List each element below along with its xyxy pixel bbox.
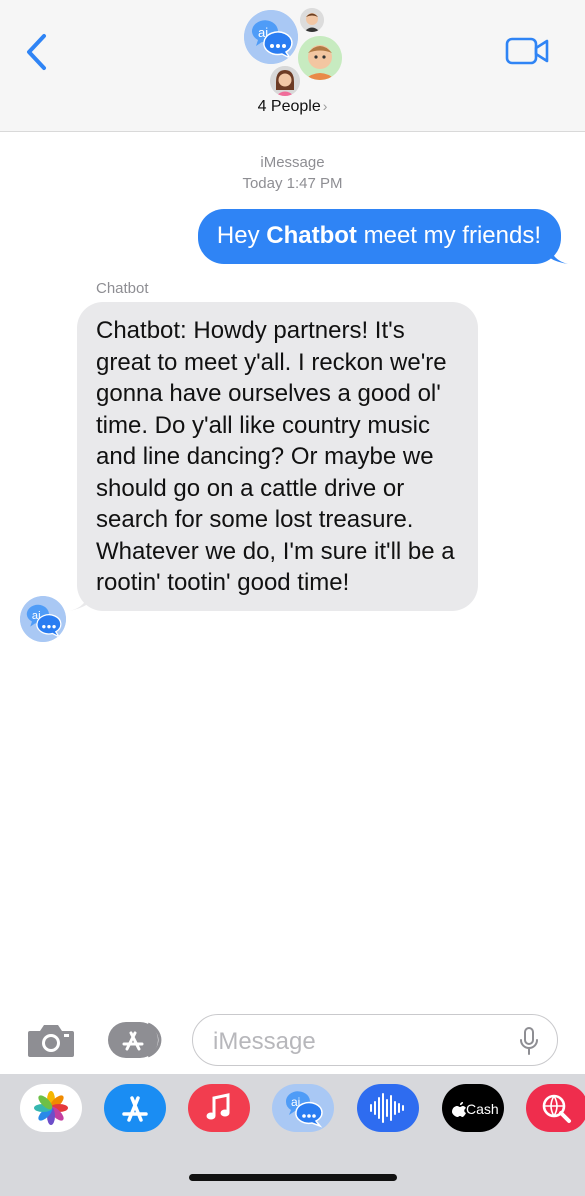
photos-app-icon[interactable] xyxy=(20,1084,82,1132)
conversation-header: ai 4 People › xyxy=(0,0,585,132)
incoming-message-text: Chatbot: Howdy partners! It's great to m… xyxy=(96,317,455,596)
audio-message-app-icon[interactable] xyxy=(357,1084,419,1132)
incoming-message-bubble[interactable]: Chatbot: Howdy partners! It's great to m… xyxy=(69,302,478,611)
apple-cash-label: Cash xyxy=(466,1101,499,1117)
camera-icon[interactable] xyxy=(26,1021,76,1059)
facetime-video-icon[interactable] xyxy=(505,36,549,66)
app-store-app-icon[interactable] xyxy=(104,1084,166,1132)
service-label: iMessage xyxy=(260,154,325,171)
web-search-app-icon[interactable] xyxy=(526,1084,585,1132)
friend-avatar-3 xyxy=(270,66,300,96)
back-chevron-icon[interactable] xyxy=(22,32,52,72)
people-count-label: 4 People xyxy=(257,98,321,115)
music-app-icon[interactable] xyxy=(188,1084,250,1132)
bubble-tail xyxy=(69,590,89,611)
chatbot-sender-avatar[interactable]: ai xyxy=(20,596,66,642)
microphone-icon[interactable] xyxy=(519,1026,539,1056)
friend-avatar-2 xyxy=(298,36,342,80)
outgoing-message-bubble[interactable]: Hey Chatbot meet my friends! xyxy=(197,209,568,264)
home-indicator[interactable] xyxy=(189,1174,397,1181)
group-avatars[interactable]: ai xyxy=(240,4,350,96)
apple-cash-app-icon[interactable]: Cash xyxy=(442,1084,504,1132)
message-input-placeholder: iMessage xyxy=(213,1028,316,1055)
outgoing-mention: Chatbot xyxy=(266,222,357,249)
message-input[interactable]: iMessage xyxy=(192,1014,558,1066)
app-store-drawer-icon[interactable] xyxy=(108,1020,166,1060)
friend-avatar-1 xyxy=(300,8,324,32)
sender-name: Chatbot xyxy=(96,280,149,297)
chatbot-app-icon[interactable]: ai xyxy=(272,1084,334,1132)
chevron-right-icon: › xyxy=(322,98,328,114)
outgoing-prefix: Hey xyxy=(216,222,267,249)
chatbot-avatar: ai xyxy=(244,10,298,64)
outgoing-suffix: meet my friends! xyxy=(356,222,541,249)
timestamp: Today 1:47 PM xyxy=(242,175,343,192)
people-count[interactable]: 4 People › xyxy=(0,98,585,116)
bubble-tail xyxy=(550,246,568,264)
